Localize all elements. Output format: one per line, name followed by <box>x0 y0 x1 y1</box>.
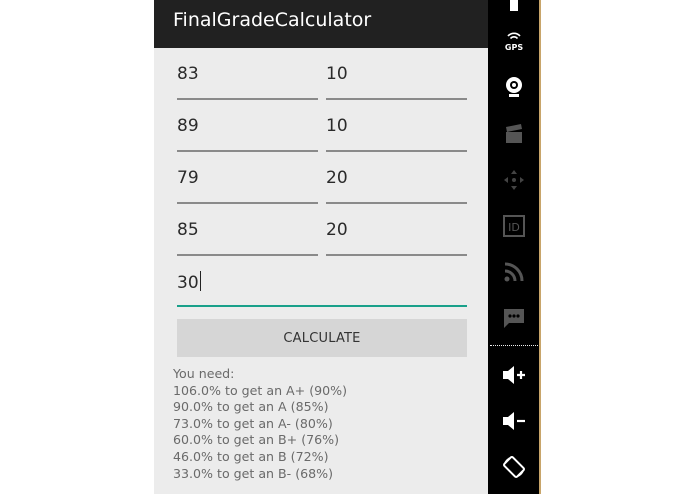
sidebar-divider <box>490 345 538 346</box>
app-title: FinalGradeCalculator <box>173 9 372 31</box>
field-underline <box>177 150 318 152</box>
grade-field-3[interactable]: 79 <box>177 160 318 204</box>
camera-icon[interactable] <box>500 73 528 101</box>
weight-value-4: 20 <box>326 220 348 240</box>
grade-value-4: 85 <box>177 220 199 240</box>
result-line: 73.0% to get an A- (80%) <box>173 415 333 431</box>
grade-value-3: 79 <box>177 168 199 188</box>
result-line: 33.0% to get an B- (68%) <box>173 465 334 481</box>
result-line: 46.0% to get an B (72%) <box>173 448 329 464</box>
battery-icon[interactable] <box>500 0 528 20</box>
field-underline <box>326 98 467 100</box>
rss-icon[interactable] <box>500 258 528 286</box>
grade-field-2[interactable]: 89 <box>177 108 318 152</box>
results-heading: You need: <box>173 366 235 381</box>
text-cursor <box>199 271 201 291</box>
final-weight-field[interactable]: 30 <box>177 263 467 307</box>
weight-value-2: 10 <box>326 116 348 136</box>
result-line: 106.0% to get an A+ (90%) <box>173 382 348 398</box>
field-underline <box>177 202 318 204</box>
weight-field-1[interactable]: 10 <box>326 56 467 100</box>
device-edge <box>539 0 541 494</box>
weight-field-3[interactable]: 20 <box>326 160 467 204</box>
action-bar: FinalGradeCalculator <box>154 0 488 48</box>
gps-label: GPS <box>505 43 523 52</box>
field-underline <box>177 254 318 256</box>
result-line: 60.0% to get an B+ (76%) <box>173 432 340 448</box>
id-icon[interactable]: ID <box>500 212 528 240</box>
final-weight-value-wrap: 30 <box>177 271 201 293</box>
rotate-icon[interactable] <box>500 453 528 481</box>
weight-value-1: 10 <box>326 64 348 84</box>
volume-up-icon[interactable] <box>500 361 528 389</box>
results-text: You need: 106.0% to get an A+ (90%) 90.0… <box>173 366 347 482</box>
grade-field-4[interactable]: 85 <box>177 212 318 256</box>
field-underline <box>177 98 318 100</box>
weight-value-3: 20 <box>326 168 348 188</box>
weight-field-2[interactable]: 10 <box>326 108 467 152</box>
field-underline <box>326 254 467 256</box>
app-screen: FinalGradeCalculator 83 10 89 10 79 20 8… <box>154 0 488 494</box>
clapperboard-icon[interactable] <box>500 120 528 148</box>
result-line: 90.0% to get an A (85%) <box>173 399 329 415</box>
field-underline <box>326 202 467 204</box>
final-weight-value: 30 <box>177 273 199 293</box>
field-underline-focused <box>177 305 467 307</box>
message-icon[interactable] <box>500 304 528 332</box>
volume-down-icon[interactable] <box>500 407 528 435</box>
grade-value-2: 89 <box>177 116 199 136</box>
emulator-sidebar: GPS ID <box>488 0 541 494</box>
field-underline <box>326 150 467 152</box>
id-label: ID <box>508 221 520 234</box>
weight-field-4[interactable]: 20 <box>326 212 467 256</box>
calculate-button[interactable]: CALCULATE <box>177 319 467 357</box>
gps-icon[interactable]: GPS <box>500 28 528 56</box>
dpad-icon[interactable] <box>500 166 528 194</box>
grade-field-1[interactable]: 83 <box>177 56 318 100</box>
grade-value-1: 83 <box>177 64 199 84</box>
